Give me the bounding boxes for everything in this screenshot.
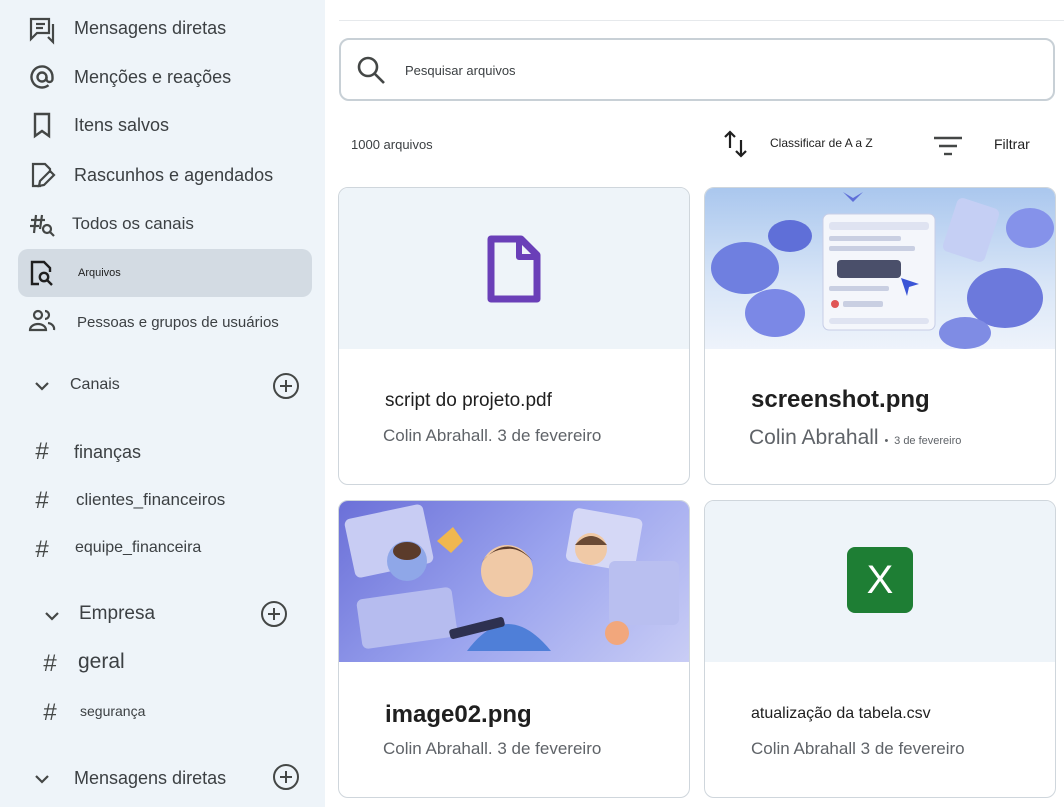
channel-item-geral[interactable]: # geral	[18, 642, 312, 682]
sidebar-item-label: Rascunhos e agendados	[74, 165, 274, 185]
direct-messages-icon	[26, 14, 58, 46]
file-meta: Colin Abrahall 3 de fevereiro	[751, 739, 965, 759]
channel-item-seguranca[interactable]: # segurança	[18, 692, 312, 732]
sidebar-item-label: Todos os canais	[72, 214, 194, 233]
section-header-direct-messages[interactable]: Mensagens diretas	[18, 758, 312, 798]
sidebar: Mensagens diretas Menções e reações Iten…	[0, 0, 325, 807]
channel-label: clientes_financeiros	[76, 490, 226, 509]
sidebar-item-label: Pessoas e grupos de usuários	[77, 314, 279, 331]
section-header-empresa[interactable]: Empresa	[18, 594, 312, 634]
sort-arrows-icon[interactable]	[721, 128, 751, 162]
add-direct-message-icon[interactable]	[272, 763, 300, 791]
section-label: Canais	[70, 376, 120, 393]
file-card-pdf[interactable]: script do projeto.pdf Colin Abrahall. 3 …	[338, 187, 690, 485]
file-search-icon	[26, 257, 58, 289]
sidebar-item-people[interactable]: Pessoas e grupos de usuários	[18, 300, 312, 344]
pdf-file-icon	[487, 235, 541, 303]
spreadsheet-file-icon: X	[847, 547, 913, 613]
image-thumbnail	[705, 188, 1055, 349]
file-date: 3 de fevereiro	[497, 426, 602, 445]
channel-label: finanças	[74, 442, 142, 462]
file-count: 1000 arquivos	[351, 137, 433, 152]
hash-icon: #	[35, 487, 49, 514]
file-meta: Colin Abrahall • 3 de fevereiro	[749, 426, 961, 450]
sidebar-item-files[interactable]: Arquivos	[18, 249, 312, 297]
sort-button[interactable]: Classificar de A a Z	[770, 136, 873, 150]
sidebar-item-label: Arquivos	[78, 267, 121, 279]
file-card-screenshot[interactable]: screenshot.png Colin Abrahall • 3 de fev…	[704, 187, 1056, 485]
channel-item-equipe-financeira[interactable]: # equipe_financeira	[18, 530, 312, 570]
sidebar-item-label: Menções e reações	[74, 67, 232, 87]
hash-icon: #	[43, 650, 57, 677]
sidebar-item-label: Mensagens diretas	[74, 18, 227, 38]
chevron-down-icon[interactable]	[40, 604, 64, 628]
file-author: Colin Abrahall.	[383, 426, 493, 445]
app-window: Mensagens diretas Menções e reações Iten…	[0, 0, 1064, 807]
sidebar-item-drafts[interactable]: Rascunhos e agendados	[18, 152, 312, 198]
file-name: image02.png	[385, 701, 532, 728]
bookmark-icon	[26, 109, 58, 141]
search-icon[interactable]	[355, 54, 387, 86]
file-date: 3 de fevereiro	[894, 435, 962, 447]
file-thumbnail: X	[705, 501, 1055, 662]
image02-preview-image	[344, 504, 679, 651]
meta-separator: •	[884, 435, 889, 447]
at-sign-icon	[26, 61, 58, 93]
people-icon	[26, 304, 58, 336]
chevron-down-icon[interactable]	[30, 767, 54, 791]
file-name: atualização da tabela.csv	[751, 705, 931, 722]
hash-search-icon	[26, 208, 58, 240]
sidebar-item-direct-messages[interactable]: Mensagens diretas	[18, 8, 312, 52]
file-name: script do projeto.pdf	[385, 390, 552, 411]
image-thumbnail	[339, 501, 689, 662]
search-bar[interactable]	[339, 38, 1055, 101]
files-panel: 1000 arquivos Classificar de A a Z Filtr…	[325, 0, 1064, 807]
section-label: Empresa	[79, 603, 156, 624]
file-thumbnail	[339, 188, 689, 349]
hash-icon: #	[43, 699, 57, 726]
file-meta: Colin Abrahall. 3 de fevereiro	[383, 426, 601, 446]
sidebar-item-saved[interactable]: Itens salvos	[18, 104, 312, 148]
add-channel-icon[interactable]	[260, 600, 288, 628]
screenshot-preview-image	[711, 192, 1054, 349]
sidebar-item-all-channels[interactable]: Todos os canais	[18, 202, 312, 246]
section-header-canais[interactable]: Canais	[18, 366, 312, 406]
file-author: Colin Abrahall	[749, 426, 879, 449]
sidebar-item-mentions[interactable]: Menções e reações	[18, 56, 312, 100]
channel-item-financas[interactable]: # finanças	[18, 432, 312, 472]
filter-button[interactable]: Filtrar	[994, 136, 1030, 152]
file-date: 3 de fevereiro	[860, 739, 965, 758]
draft-edit-icon	[26, 159, 58, 191]
file-author: Colin Abrahall	[751, 739, 856, 758]
chevron-down-icon[interactable]	[30, 374, 54, 398]
file-author: Colin Abrahall.	[383, 739, 493, 758]
sidebar-item-label: Itens salvos	[74, 115, 170, 135]
channel-label: segurança	[80, 703, 146, 719]
hash-icon: #	[35, 536, 49, 563]
file-card-csv[interactable]: X atualização da tabela.csv Colin Abraha…	[704, 500, 1056, 798]
channel-label: equipe_financeira	[75, 539, 202, 556]
spreadsheet-letter: X	[866, 557, 894, 602]
search-input[interactable]	[405, 58, 1005, 82]
file-date: 3 de fevereiro	[497, 739, 602, 758]
hash-icon: #	[35, 438, 49, 465]
channel-label: geral	[78, 650, 125, 673]
file-name: screenshot.png	[751, 386, 930, 413]
filter-icon[interactable]	[931, 132, 965, 162]
channel-item-clientes-financeiros[interactable]: # clientes_financeiros	[18, 480, 312, 520]
file-meta: Colin Abrahall. 3 de fevereiro	[383, 739, 601, 759]
file-card-image02[interactable]: image02.png Colin Abrahall. 3 de feverei…	[338, 500, 690, 798]
section-label: Mensagens diretas	[74, 768, 227, 788]
add-channel-icon[interactable]	[272, 372, 300, 400]
header-divider	[339, 20, 1064, 21]
